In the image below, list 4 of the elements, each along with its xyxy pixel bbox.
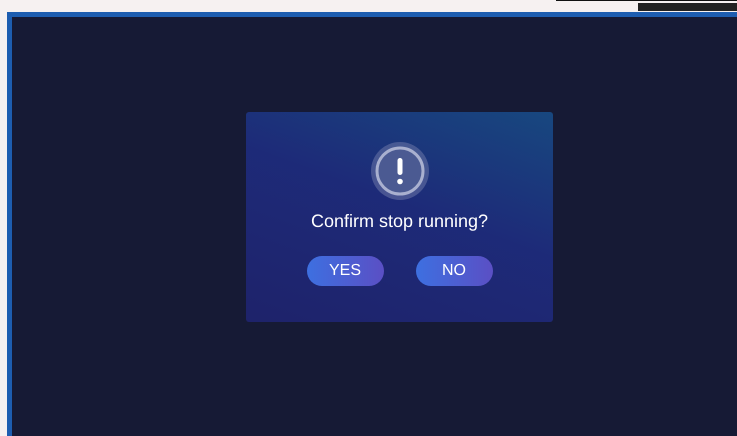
warning-icon [370, 141, 430, 201]
dialog-button[interactable]: YES [306, 256, 384, 286]
dialog-button[interactable]: NO [416, 256, 492, 286]
dialog-message: Confirm stop running? [310, 211, 488, 232]
